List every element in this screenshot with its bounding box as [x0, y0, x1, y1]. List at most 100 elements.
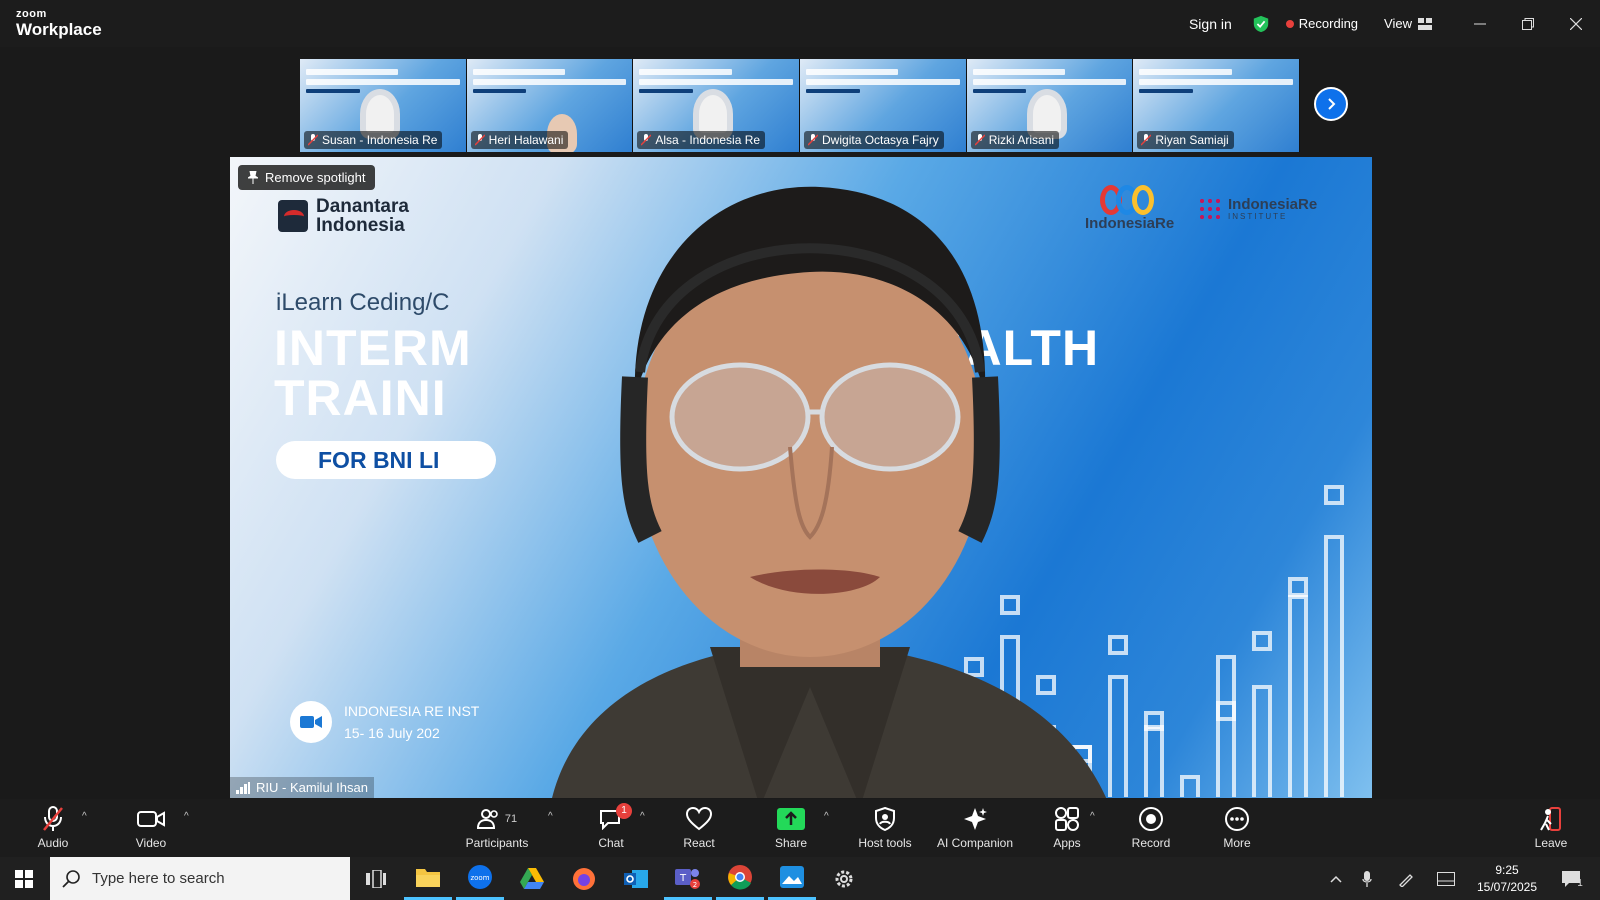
brand-workplace: Workplace	[16, 20, 102, 39]
firefox-icon	[573, 867, 595, 890]
venue-camera-icon	[290, 701, 332, 743]
participants-options-caret[interactable]: ^	[548, 811, 553, 822]
search-icon	[62, 869, 80, 888]
react-button[interactable]: React	[654, 805, 744, 850]
touch-keyboard-tray-icon[interactable]	[1432, 857, 1460, 900]
folder-icon	[416, 869, 440, 887]
share-button[interactable]: Share	[746, 805, 836, 850]
remove-spotlight-button[interactable]: Remove spotlight	[238, 165, 376, 190]
svg-text:zoom: zoom	[470, 874, 489, 882]
participant-tile[interactable]: Dwigita Octasya Fajry	[800, 59, 967, 152]
chat-options-caret[interactable]: ^	[640, 811, 645, 822]
participant-name: Riyan Samiaji	[1155, 133, 1229, 147]
task-view-button[interactable]	[352, 857, 400, 900]
danantara-logo: Danantara Indonesia	[278, 197, 409, 235]
chrome-icon	[728, 865, 752, 890]
remove-spotlight-label: Remove spotlight	[265, 170, 366, 185]
participant-tile[interactable]: Riyan Samiaji	[1133, 59, 1301, 152]
host-tools-button[interactable]: Host tools	[840, 805, 930, 850]
teams-taskbar-app[interactable]: T2	[664, 857, 712, 900]
speaker-video	[552, 186, 1106, 798]
grid-view-icon	[1418, 17, 1432, 30]
danantara-line1: Danantara	[316, 196, 409, 217]
participant-tile[interactable]: Rizki Arisani	[966, 59, 1134, 152]
video-options-caret[interactable]: ^	[184, 811, 189, 822]
task-view-icon	[366, 869, 386, 888]
apps-options-caret[interactable]: ^	[1090, 811, 1095, 822]
recording-label: Recording	[1298, 16, 1359, 31]
microphone-icon	[1362, 870, 1372, 887]
muted-mic-icon	[308, 134, 318, 146]
notification-center-button[interactable]: 1	[1552, 857, 1592, 900]
heart-react-icon	[686, 807, 712, 831]
chat-unread-badge: 1	[616, 803, 632, 819]
ai-companion-button[interactable]: AI Companion	[930, 805, 1020, 850]
taskbar-clock[interactable]: 9:25 15/07/2025	[1462, 862, 1552, 896]
settings-taskbar-app[interactable]	[820, 857, 868, 900]
participant-name: Susan - Indonesia Re	[322, 133, 438, 147]
apps-icon	[1055, 807, 1079, 831]
muted-mic-icon	[808, 134, 819, 146]
video-button[interactable]: Video	[106, 805, 196, 850]
share-screen-icon	[777, 808, 805, 830]
close-button[interactable]	[1552, 0, 1600, 47]
share-options-caret[interactable]: ^	[824, 811, 829, 822]
security-shield-icon[interactable]	[1252, 15, 1270, 33]
microphone-tray-icon[interactable]	[1354, 857, 1380, 900]
share-label: Share	[774, 836, 808, 850]
video-label: Video	[135, 836, 167, 850]
participant-name: Alsa - Indonesia Re	[655, 133, 761, 147]
svg-text:T: T	[679, 873, 687, 884]
google-drive-taskbar-app[interactable]	[508, 857, 556, 900]
taskbar-search-box[interactable]: Type here to search	[50, 857, 350, 900]
participants-label: Participants	[465, 836, 529, 850]
video-camera-icon	[137, 811, 165, 827]
pin-icon	[248, 171, 258, 184]
institute-dots-icon	[1198, 197, 1222, 221]
sign-in-button[interactable]: Sign in	[1189, 16, 1232, 32]
outlook-taskbar-app[interactable]	[612, 857, 660, 900]
pen-tray-icon[interactable]	[1392, 857, 1420, 900]
minimize-button[interactable]	[1456, 0, 1504, 47]
participant-tile[interactable]: Susan - Indonesia Re	[300, 59, 467, 152]
sparkle-ai-icon	[964, 808, 987, 830]
recording-indicator[interactable]: Recording	[1285, 16, 1359, 31]
participant-tile[interactable]: Alsa - Indonesia Re	[633, 59, 801, 152]
record-label: Record	[1131, 836, 1171, 850]
muted-mic-icon	[641, 134, 652, 146]
apps-button[interactable]: Apps	[1022, 805, 1112, 850]
slide-headline-2: TRAINI	[274, 370, 447, 426]
participants-button[interactable]: 71 Participants	[452, 805, 542, 850]
leave-button[interactable]: Leave	[1506, 805, 1596, 850]
signal-strength-icon	[236, 781, 250, 794]
zoom-brand-logo: zoom Workplace	[16, 9, 102, 39]
chrome-taskbar-app[interactable]	[716, 857, 764, 900]
slide-kicker: iLearn Ceding/C	[276, 289, 450, 316]
record-button[interactable]: Record	[1106, 805, 1196, 850]
view-button[interactable]: View	[1384, 16, 1432, 31]
restore-button[interactable]	[1504, 0, 1552, 47]
participant-tile[interactable]: Heri Halawani	[466, 59, 634, 152]
clock-time: 9:25	[1495, 863, 1519, 877]
firefox-taskbar-app[interactable]	[560, 857, 608, 900]
spotlight-video[interactable]: Danantara Indonesia IndonesiaRe Indonesia…	[230, 157, 1372, 798]
photos-icon	[780, 866, 804, 888]
more-button[interactable]: More	[1192, 805, 1282, 850]
speaker-name: RIU - Kamilul Ihsan	[256, 780, 368, 795]
gear-icon	[835, 870, 853, 887]
zoom-taskbar-app[interactable]: zoom	[456, 857, 504, 900]
next-page-button[interactable]	[1314, 87, 1348, 121]
google-drive-icon	[520, 867, 544, 889]
file-explorer-taskbar-app[interactable]	[404, 857, 452, 900]
host-tools-label: Host tools	[858, 836, 912, 850]
audio-options-caret[interactable]: ^	[82, 811, 87, 822]
leave-icon	[1540, 807, 1561, 831]
restore-icon	[1522, 17, 1534, 30]
photos-taskbar-app[interactable]	[768, 857, 816, 900]
show-hidden-icons-button[interactable]	[1322, 857, 1350, 900]
danantara-logo-icon	[278, 200, 308, 232]
start-button[interactable]	[0, 857, 48, 900]
notification-count: 1	[1577, 878, 1583, 889]
react-label: React	[683, 836, 715, 850]
more-icon	[1225, 807, 1249, 831]
